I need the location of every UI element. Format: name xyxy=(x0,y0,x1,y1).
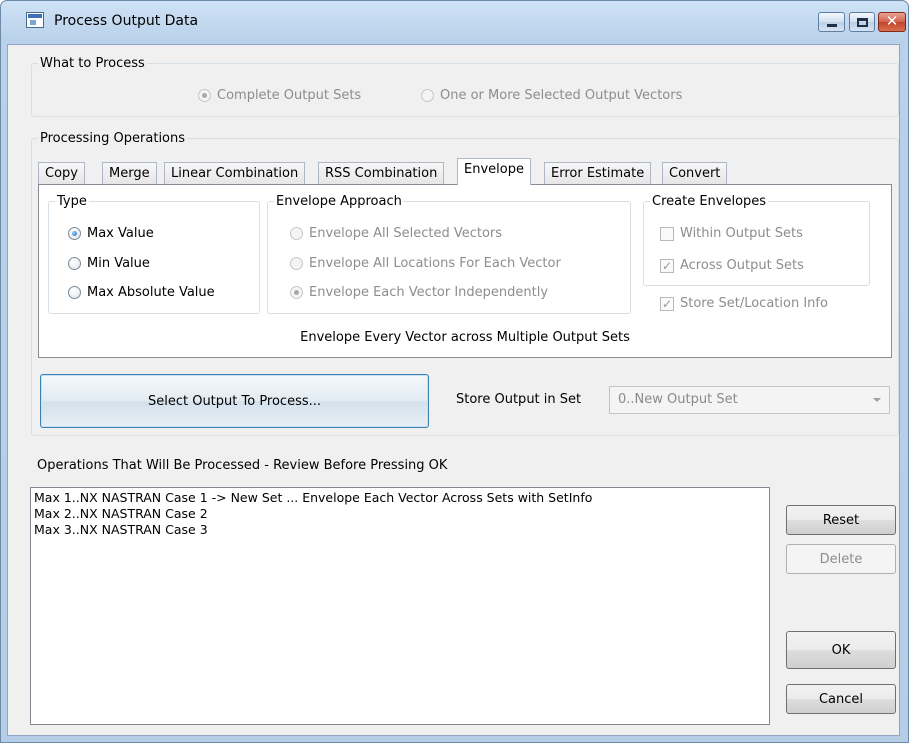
app-icon xyxy=(26,12,44,28)
radio-label: Max Absolute Value xyxy=(87,285,215,300)
radio-label: Envelope All Locations For Each Vector xyxy=(309,256,561,271)
operations-list[interactable]: Max 1..NX NASTRAN Case 1 -> New Set ... … xyxy=(30,487,770,725)
radio-envelope-each-vector[interactable]: Envelope Each Vector Independently xyxy=(290,285,548,300)
radio-indicator[interactable] xyxy=(421,89,434,102)
radio-indicator[interactable] xyxy=(68,286,81,299)
radio-label: One or More Selected Output Vectors xyxy=(440,88,683,103)
radio-indicator[interactable] xyxy=(290,286,303,299)
store-output-label: Store Output in Set xyxy=(456,392,582,407)
radio-indicator[interactable] xyxy=(68,227,81,240)
checkbox-across-output-sets[interactable]: ✓ Across Output Sets xyxy=(660,258,804,273)
radio-complete-output-sets[interactable]: Complete Output Sets xyxy=(198,88,361,103)
checkbox-box[interactable] xyxy=(660,226,674,241)
tab-linear-combination[interactable]: Linear Combination xyxy=(164,162,306,184)
delete-button[interactable]: Delete xyxy=(786,544,896,574)
what-to-process-group: What to Process xyxy=(31,56,899,117)
tab-rss-combination[interactable]: RSS Combination xyxy=(318,162,445,184)
window-title: Process Output Data xyxy=(54,13,199,29)
tab-error-estimate[interactable]: Error Estimate xyxy=(544,162,652,184)
review-label: Operations That Will Be Processed - Revi… xyxy=(37,458,448,473)
select-output-button[interactable]: Select Output To Process... xyxy=(40,374,429,428)
tab-convert[interactable]: Convert xyxy=(662,162,728,184)
radio-label: Envelope All Selected Vectors xyxy=(309,226,503,241)
tab-envelope[interactable]: Envelope xyxy=(457,158,531,185)
checkbox-label: Within Output Sets xyxy=(680,226,803,241)
ok-button[interactable]: OK xyxy=(786,631,896,669)
list-item[interactable]: Max 2..NX NASTRAN Case 2 xyxy=(34,506,766,522)
radio-envelope-all-selected-vectors[interactable]: Envelope All Selected Vectors xyxy=(290,226,502,241)
radio-min-value[interactable]: Min Value xyxy=(68,256,150,271)
checkbox-store-set-location-info[interactable]: ✓ Store Set/Location Info xyxy=(660,296,828,311)
store-output-select[interactable]: 0..New Output Set xyxy=(609,386,890,414)
radio-label: Complete Output Sets xyxy=(217,88,362,103)
tab-merge[interactable]: Merge xyxy=(102,162,157,184)
radio-indicator[interactable] xyxy=(68,257,81,270)
reset-button[interactable]: Reset xyxy=(786,505,896,535)
cancel-button[interactable]: Cancel xyxy=(786,684,896,714)
radio-indicator[interactable] xyxy=(290,257,303,270)
checkbox-within-output-sets[interactable]: Within Output Sets xyxy=(660,226,803,241)
envelope-description: Envelope Every Vector across Multiple Ou… xyxy=(300,330,630,345)
checkmark-icon[interactable]: ✓ xyxy=(660,296,674,311)
radio-label: Min Value xyxy=(87,256,150,271)
create-envelopes-legend: Create Envelopes xyxy=(652,194,767,209)
radio-selected-output-vectors[interactable]: One or More Selected Output Vectors xyxy=(421,88,682,103)
list-item[interactable]: Max 1..NX NASTRAN Case 1 -> New Set ... … xyxy=(34,490,766,506)
radio-max-absolute-value[interactable]: Max Absolute Value xyxy=(68,285,215,300)
radio-indicator[interactable] xyxy=(198,89,211,102)
checkmark-icon[interactable]: ✓ xyxy=(660,258,674,273)
maximize-button[interactable] xyxy=(849,12,875,32)
store-output-value: 0..New Output Set xyxy=(618,392,738,407)
what-to-process-legend: What to Process xyxy=(40,56,145,71)
radio-envelope-all-locations[interactable]: Envelope All Locations For Each Vector xyxy=(290,256,561,271)
dropdown-arrow-icon[interactable] xyxy=(873,398,881,402)
processing-operations-legend: Processing Operations xyxy=(40,131,186,146)
radio-label: Max Value xyxy=(87,226,154,241)
checkbox-label: Across Output Sets xyxy=(680,258,804,273)
close-button[interactable]: ✕ xyxy=(878,12,906,32)
close-icon: ✕ xyxy=(885,12,899,30)
maximize-icon xyxy=(857,18,868,27)
minimize-icon xyxy=(827,24,837,27)
tab-copy[interactable]: Copy xyxy=(38,162,85,184)
minimize-button[interactable] xyxy=(818,12,845,32)
radio-max-value[interactable]: Max Value xyxy=(68,226,154,241)
radio-indicator[interactable] xyxy=(290,227,303,240)
checkbox-label: Store Set/Location Info xyxy=(680,296,828,311)
envelope-approach-legend: Envelope Approach xyxy=(276,194,402,209)
type-legend: Type xyxy=(57,194,87,209)
list-item[interactable]: Max 3..NX NASTRAN Case 3 xyxy=(34,522,766,538)
title-bar[interactable]: Process Output Data ✕ xyxy=(1,1,908,45)
radio-label: Envelope Each Vector Independently xyxy=(309,285,549,300)
